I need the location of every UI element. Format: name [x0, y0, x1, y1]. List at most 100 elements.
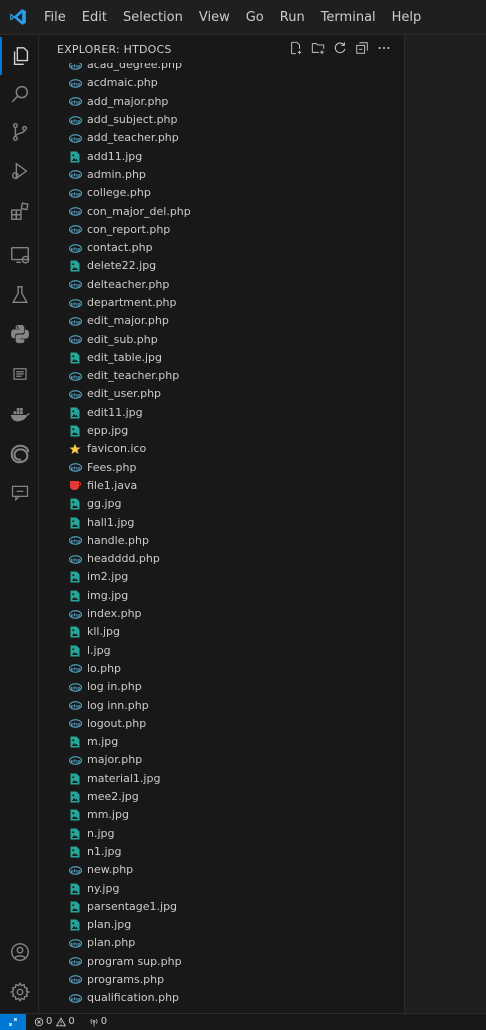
file-item[interactable]: mm.jpg — [39, 806, 404, 824]
new-folder-icon[interactable] — [310, 40, 326, 56]
file-item[interactable]: php con_report.php — [39, 221, 404, 239]
file-name: handle.php — [87, 533, 149, 547]
file-item[interactable]: php admin.php — [39, 166, 404, 184]
remote-explorer-icon[interactable] — [0, 236, 39, 274]
file-item[interactable]: im2.jpg — [39, 568, 404, 586]
file-item[interactable]: php qualification.php — [39, 989, 404, 1007]
menu-selection[interactable]: Selection — [115, 0, 191, 35]
image-file-icon — [68, 260, 82, 272]
file-item[interactable]: php acdmaic.php — [39, 74, 404, 92]
file-item[interactable]: php edit_teacher.php — [39, 367, 404, 385]
docker-icon[interactable] — [0, 395, 39, 433]
image-file-icon — [68, 736, 82, 748]
svg-text:php: php — [70, 228, 80, 234]
ports-indicator[interactable]: 0 — [89, 1016, 107, 1027]
file-item[interactable]: php add_subject.php — [39, 111, 404, 129]
extensions-icon[interactable] — [0, 192, 39, 230]
svg-text:php: php — [70, 703, 80, 709]
file-item[interactable]: img.jpg — [39, 587, 404, 605]
file-item[interactable]: m.jpg — [39, 733, 404, 751]
image-file-icon — [68, 626, 82, 638]
file-item[interactable]: php college.php — [39, 184, 404, 202]
outline-list-icon[interactable] — [0, 355, 39, 393]
file-name: Fees.php — [87, 460, 137, 474]
file-item[interactable]: hall1.jpg — [39, 513, 404, 531]
file-item[interactable]: php new.php — [39, 861, 404, 879]
file-item[interactable]: plan.jpg — [39, 916, 404, 934]
menu-help[interactable]: Help — [384, 0, 430, 35]
source-control-icon[interactable] — [0, 113, 39, 151]
file-item[interactable]: php lo.php — [39, 660, 404, 678]
file-item[interactable]: edit_table.jpg — [39, 349, 404, 367]
php-file-icon: php — [68, 315, 82, 327]
testing-flask-icon[interactable] — [0, 276, 39, 314]
run-debug-icon[interactable] — [0, 152, 39, 190]
file-item[interactable]: material1.jpg — [39, 770, 404, 788]
file-item[interactable]: delete22.jpg — [39, 257, 404, 275]
new-file-icon[interactable] — [288, 40, 304, 56]
file-item[interactable]: php log inn.php — [39, 696, 404, 714]
file-name: edit_user.php — [87, 387, 162, 401]
php-file-icon: php — [68, 388, 82, 400]
file-name: acdmaic.php — [87, 76, 158, 90]
file-item[interactable]: php department.php — [39, 294, 404, 312]
file-item[interactable]: php contact.php — [39, 239, 404, 257]
menu-go[interactable]: Go — [238, 0, 272, 35]
file-item[interactable]: php Fees.php — [39, 459, 404, 477]
menu-view[interactable]: View — [191, 0, 238, 35]
menu-edit[interactable]: Edit — [74, 0, 115, 35]
file-item[interactable]: epp.jpg — [39, 422, 404, 440]
svg-text:php: php — [70, 667, 80, 673]
file-item[interactable]: php edit_major.php — [39, 312, 404, 330]
file-item[interactable]: php log in.php — [39, 678, 404, 696]
collapse-all-icon[interactable] — [354, 40, 370, 56]
file-name: mee2.jpg — [87, 790, 139, 804]
file-item[interactable]: n.jpg — [39, 824, 404, 842]
php-file-icon: php — [68, 718, 82, 730]
explorer-icon[interactable] — [0, 37, 39, 75]
file-item[interactable]: n1.jpg — [39, 843, 404, 861]
file-item[interactable]: php edit_user.php — [39, 385, 404, 403]
problems-indicator[interactable]: 0 0 — [34, 1016, 75, 1027]
file-item[interactable]: kll.jpg — [39, 623, 404, 641]
menu-run[interactable]: Run — [272, 0, 313, 35]
file-item[interactable]: php acad_degree.php — [39, 63, 404, 74]
more-actions-icon[interactable] — [376, 40, 392, 56]
file-item[interactable]: file1.java — [39, 477, 404, 495]
file-name: m.jpg — [87, 735, 119, 749]
file-name: con_report.php — [87, 222, 171, 236]
refresh-icon[interactable] — [332, 40, 348, 56]
file-item[interactable]: php program sup.php — [39, 953, 404, 971]
file-name: hall1.jpg — [87, 515, 135, 529]
file-item[interactable]: edit11.jpg — [39, 404, 404, 422]
file-item[interactable]: php plan.php — [39, 934, 404, 952]
file-item[interactable]: php add_teacher.php — [39, 129, 404, 147]
file-item[interactable]: add11.jpg — [39, 147, 404, 165]
file-item[interactable]: php programs.php — [39, 971, 404, 989]
menu-file[interactable]: File — [36, 0, 74, 35]
file-name: lo.php — [87, 661, 122, 675]
file-item[interactable]: php delteacher.php — [39, 276, 404, 294]
edge-devtools-icon[interactable] — [0, 435, 39, 473]
file-item[interactable]: php major.php — [39, 751, 404, 769]
python-icon[interactable] — [0, 315, 39, 353]
settings-gear-icon[interactable] — [0, 973, 39, 1011]
file-item[interactable]: php index.php — [39, 605, 404, 623]
file-item[interactable]: php logout.php — [39, 715, 404, 733]
search-icon[interactable] — [0, 75, 39, 113]
file-item[interactable]: parsentage1.jpg — [39, 898, 404, 916]
file-item[interactable]: gg.jpg — [39, 495, 404, 513]
accounts-icon[interactable] — [0, 933, 39, 971]
file-item[interactable]: php add_major.php — [39, 93, 404, 111]
file-item[interactable]: ny.jpg — [39, 879, 404, 897]
file-item[interactable]: php edit_sub.php — [39, 330, 404, 348]
file-item[interactable]: php headddd.php — [39, 550, 404, 568]
file-item[interactable]: php handle.php — [39, 532, 404, 550]
file-item[interactable]: favicon.ico — [39, 440, 404, 458]
remote-indicator-button[interactable] — [0, 1013, 26, 1030]
comments-icon[interactable] — [0, 474, 39, 512]
menu-terminal[interactable]: Terminal — [313, 0, 384, 35]
file-item[interactable]: l.jpg — [39, 642, 404, 660]
file-item[interactable]: php con_major_del.php — [39, 202, 404, 220]
file-item[interactable]: mee2.jpg — [39, 788, 404, 806]
